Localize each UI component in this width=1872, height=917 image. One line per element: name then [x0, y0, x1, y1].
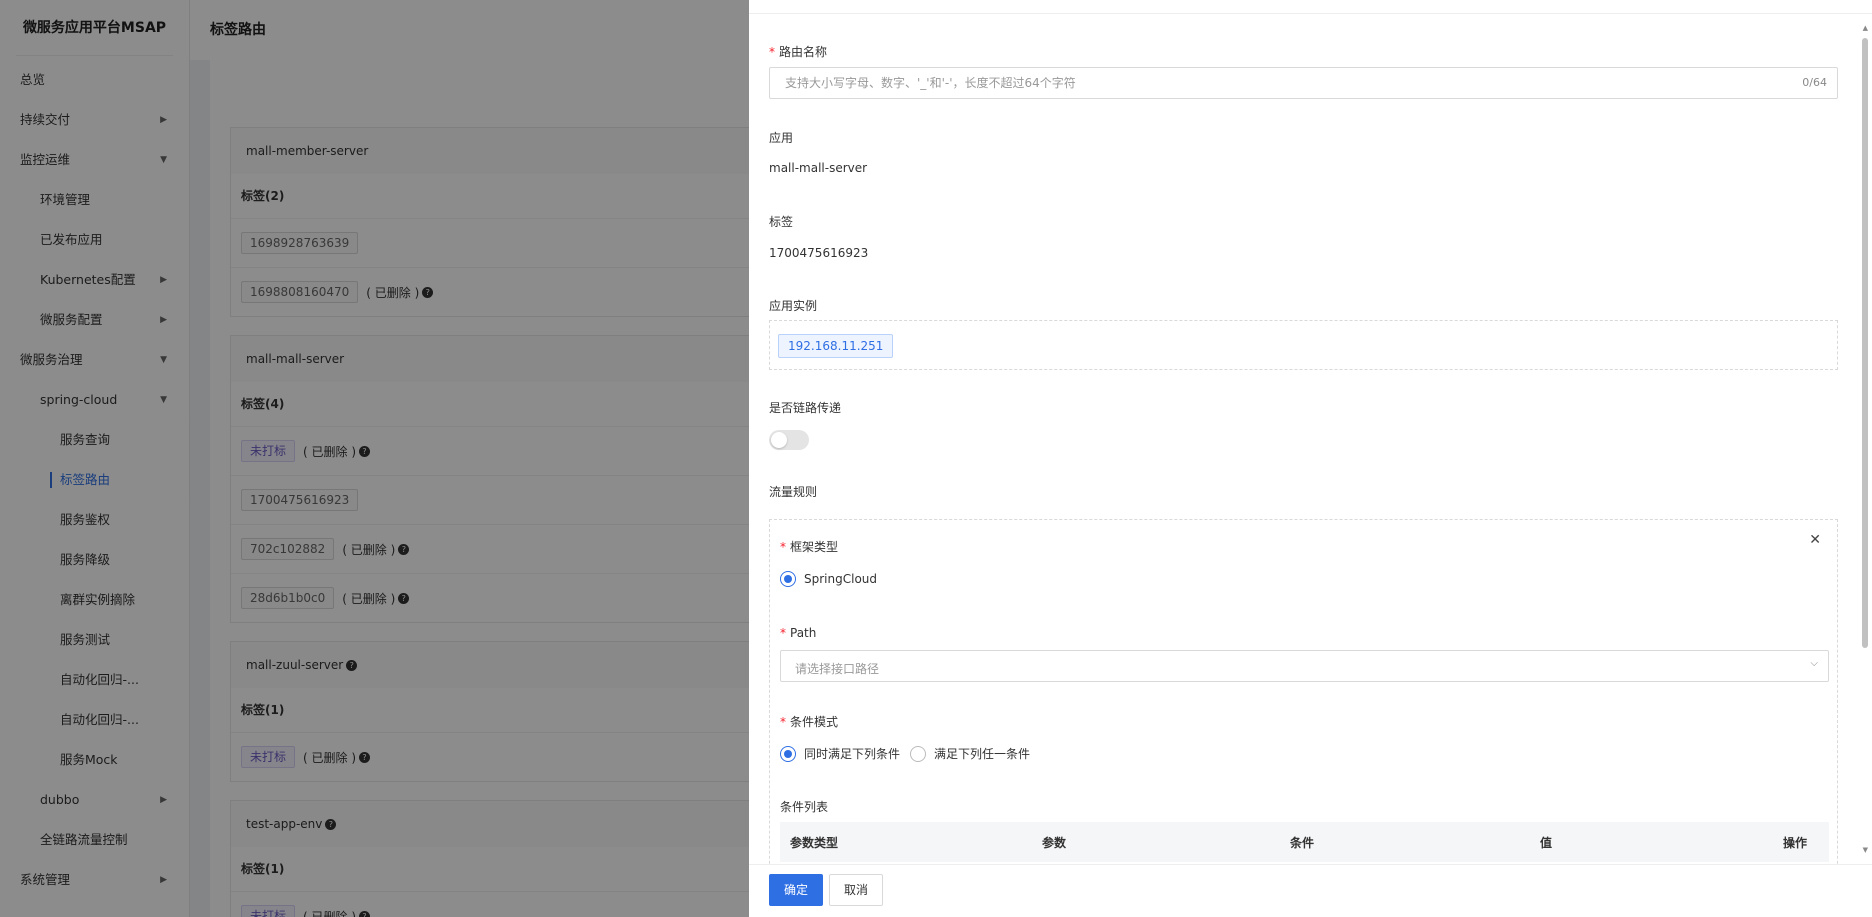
route-name-label: * 路由名称: [769, 45, 828, 59]
mode-any-radio[interactable]: [910, 745, 927, 762]
mode-any-label: 满足下列任一条件: [934, 747, 1031, 761]
traffic-rule-panel: ✕ * 框架类型 SpringCloud * Path 请选择接口路径 ⌵ * 条件模…: [769, 519, 1838, 864]
condition-mode-radio-group: 同时满足下列条件 满足下列任一条件: [780, 745, 1030, 762]
trace-switch[interactable]: [769, 430, 809, 450]
column-param: 参数: [1042, 836, 1067, 850]
scroll-down-icon[interactable]: ▼: [1863, 846, 1868, 854]
framework-label: * 框架类型: [780, 540, 839, 554]
condition-table-header: 参数类型 参数 条件 值 操作: [780, 822, 1829, 862]
framework-radio-springcloud[interactable]: [780, 571, 796, 587]
close-icon[interactable]: ✕: [1809, 532, 1821, 548]
path-placeholder: 请选择接口路径: [795, 662, 880, 676]
instance-ip-tag[interactable]: 192.168.11.251: [778, 334, 894, 358]
column-condition: 条件: [1290, 836, 1315, 850]
mode-all-label: 同时满足下列条件: [804, 747, 901, 761]
tag-label: 标签: [769, 215, 794, 229]
framework-radio-group: SpringCloud: [780, 571, 877, 587]
drawer-scrollbar[interactable]: ▲ ▼: [1860, 24, 1868, 854]
app-label: 应用: [769, 131, 794, 145]
app-value: mall-mall-server: [769, 161, 868, 175]
scroll-thumb[interactable]: [1862, 38, 1868, 648]
chevron-down-icon: ⌵: [1810, 658, 1818, 669]
trace-label: 是否链路传递: [769, 401, 842, 415]
condition-list-label: 条件列表: [780, 800, 829, 814]
route-name-field[interactable]: 0/64: [769, 67, 1838, 99]
column-param-type: 参数类型: [790, 836, 839, 850]
tag-value: 1700475616923: [769, 246, 869, 260]
drawer-body: *路由名称 0/64 应用 mall-mall-server 标签 170047…: [749, 14, 1872, 864]
scroll-up-icon[interactable]: ▲: [1863, 24, 1868, 32]
mode-all-radio[interactable]: [780, 745, 796, 762]
char-counter: 0/64: [1802, 76, 1827, 89]
path-label: * Path: [780, 626, 817, 640]
path-select[interactable]: 请选择接口路径 ⌵: [780, 650, 1829, 682]
cancel-button[interactable]: 取消: [829, 874, 884, 906]
framework-option-label: SpringCloud: [804, 572, 878, 586]
route-drawer: *路由名称 0/64 应用 mall-mall-server 标签 170047…: [749, 0, 1872, 917]
drawer-footer: 确定 取消: [749, 864, 1872, 917]
traffic-rule-label: 流量规则: [769, 485, 818, 499]
route-name-input[interactable]: [770, 68, 1731, 98]
confirm-button[interactable]: 确定: [769, 874, 824, 906]
column-value: 值: [1540, 836, 1553, 850]
instance-selector[interactable]: 192.168.11.251: [769, 320, 1838, 370]
instance-label: 应用实例: [769, 299, 818, 313]
condition-mode-label: * 条件模式: [780, 715, 839, 729]
column-action: 操作: [1782, 836, 1807, 850]
app-root: 微服务应用平台MSAP 总览 持续交付 ▶ 监控运维 ▼ 环境管理 已发布应用 Kuberne…: [0, 0, 1872, 917]
drawer-header: [749, 0, 1872, 14]
